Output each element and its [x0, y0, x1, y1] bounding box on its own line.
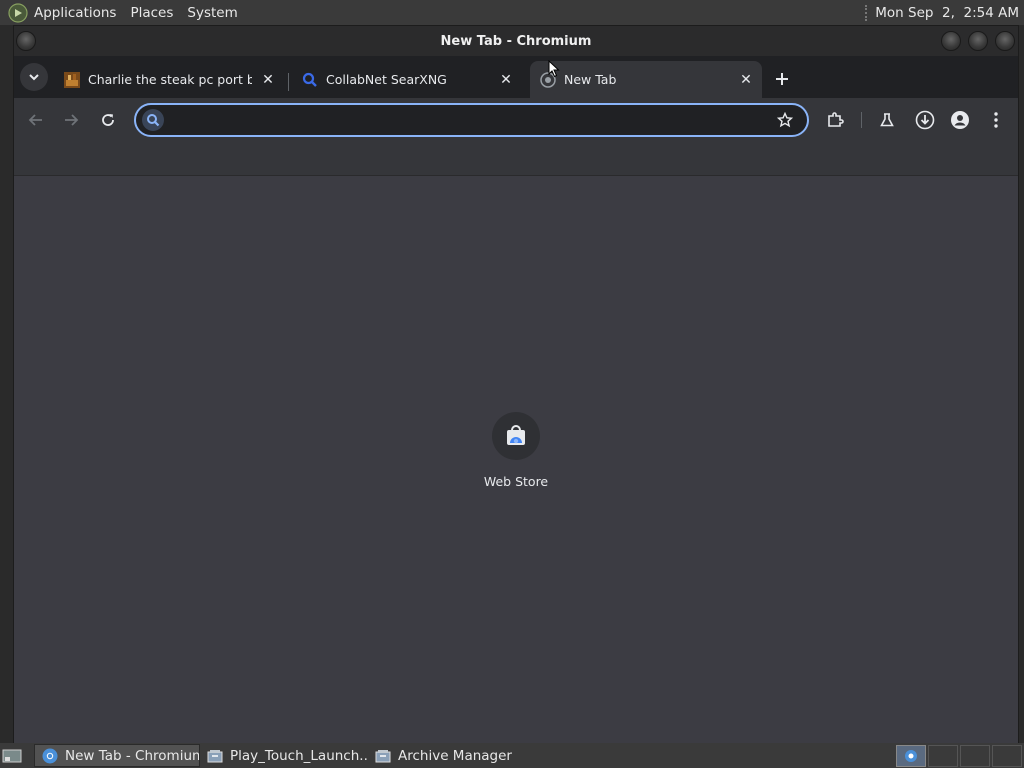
flask-icon: [880, 113, 894, 127]
workspace-3[interactable]: [960, 744, 990, 767]
puzzle-icon: [828, 112, 844, 127]
close-tab-icon[interactable]: ✕: [498, 72, 514, 88]
close-tab-icon[interactable]: ✕: [738, 72, 754, 88]
tab-title: Charlie the steak pc port by L: [88, 72, 252, 87]
close-window-button[interactable]: [995, 31, 1015, 51]
tab-charlie[interactable]: Charlie the steak pc port by L ✕: [54, 61, 284, 98]
taskbar-label: Play_Touch_Launch...: [230, 747, 368, 764]
tab-searxng[interactable]: CollabNet SearXNG ✕: [292, 61, 522, 98]
toolbar: [14, 98, 1018, 142]
tab-divider: [288, 73, 289, 91]
close-tab-icon[interactable]: ✕: [260, 72, 276, 88]
browser-window: New Tab - Chromium Charlie the steak pc …: [13, 25, 1019, 743]
applications-menu[interactable]: Applications: [34, 5, 116, 21]
show-desktop-icon[interactable]: [0, 745, 24, 767]
bookmark-star-icon[interactable]: [773, 108, 797, 132]
menu-button[interactable]: [982, 106, 1010, 134]
search-icon: [302, 72, 318, 88]
top-panel: Applications Places System Mon Sep 2, 2:…: [0, 0, 1024, 25]
forward-button[interactable]: [57, 106, 85, 134]
extensions-button[interactable]: [821, 106, 849, 134]
taskbar-item-chromium[interactable]: New Tab - Chromium: [34, 744, 200, 767]
shortcut-label: Web Store: [483, 474, 549, 489]
back-button[interactable]: [22, 106, 50, 134]
new-tab-page: Web Store: [14, 176, 1018, 743]
plus-icon: [776, 73, 788, 85]
maximize-button[interactable]: [968, 31, 988, 51]
reload-button[interactable]: [94, 106, 122, 134]
archive-icon: [206, 747, 224, 765]
chevron-down-icon: [29, 74, 39, 81]
reload-icon: [102, 114, 114, 126]
web-store-icon: [492, 412, 540, 460]
profile-button[interactable]: [946, 106, 974, 134]
system-menu[interactable]: System: [187, 5, 237, 21]
download-icon: [915, 110, 935, 130]
labs-button[interactable]: [873, 106, 901, 134]
chromium-icon: [41, 747, 59, 765]
arrow-right-icon: [65, 114, 79, 126]
window-title: New Tab - Chromium: [440, 33, 592, 49]
toolbar-separator: [861, 112, 862, 128]
taskbar-label: Archive Manager: [398, 747, 512, 764]
new-tab-button[interactable]: [768, 65, 796, 93]
panel-separator: [865, 4, 868, 21]
tab-search-button[interactable]: [20, 63, 48, 91]
shortcut-web-store[interactable]: Web Store: [476, 412, 556, 489]
taskbar-item-play-touch[interactable]: Play_Touch_Launch...: [200, 744, 368, 767]
address-bar[interactable]: [134, 103, 809, 137]
downloads-button[interactable]: [911, 106, 939, 134]
profile-icon: [951, 111, 969, 129]
search-icon: [142, 109, 164, 131]
bottom-panel: New Tab - Chromium Play_Touch_Launch... …: [0, 743, 1024, 768]
tab-new-tab[interactable]: New Tab ✕: [530, 61, 762, 98]
taskbar-item-archive-manager[interactable]: Archive Manager: [368, 744, 528, 767]
bookmarks-bar: [14, 142, 1018, 176]
window-menu-button[interactable]: [16, 31, 36, 51]
archive-icon: [374, 747, 392, 765]
clock[interactable]: Mon Sep 2, 2:54 AM: [875, 5, 1019, 21]
chromium-icon: [905, 749, 917, 762]
game-thumbnail-icon: [64, 71, 80, 88]
window-titlebar[interactable]: New Tab - Chromium: [14, 26, 1018, 56]
tab-title: New Tab: [564, 72, 617, 87]
workspace-2[interactable]: [928, 744, 958, 767]
tab-strip: Charlie the steak pc port by L ✕ CollabN…: [14, 56, 1018, 98]
minimize-button[interactable]: [941, 31, 961, 51]
workspace-4[interactable]: [992, 744, 1022, 767]
mate-logo-icon[interactable]: [8, 2, 28, 23]
arrow-left-icon: [28, 114, 42, 126]
workspace-1[interactable]: [896, 744, 926, 767]
address-input[interactable]: [172, 111, 773, 129]
taskbar-label: New Tab - Chromium: [65, 747, 200, 764]
mouse-cursor-icon: [548, 59, 560, 82]
kebab-menu-icon: [994, 112, 998, 128]
tab-title: CollabNet SearXNG: [326, 72, 447, 87]
places-menu[interactable]: Places: [130, 5, 173, 21]
